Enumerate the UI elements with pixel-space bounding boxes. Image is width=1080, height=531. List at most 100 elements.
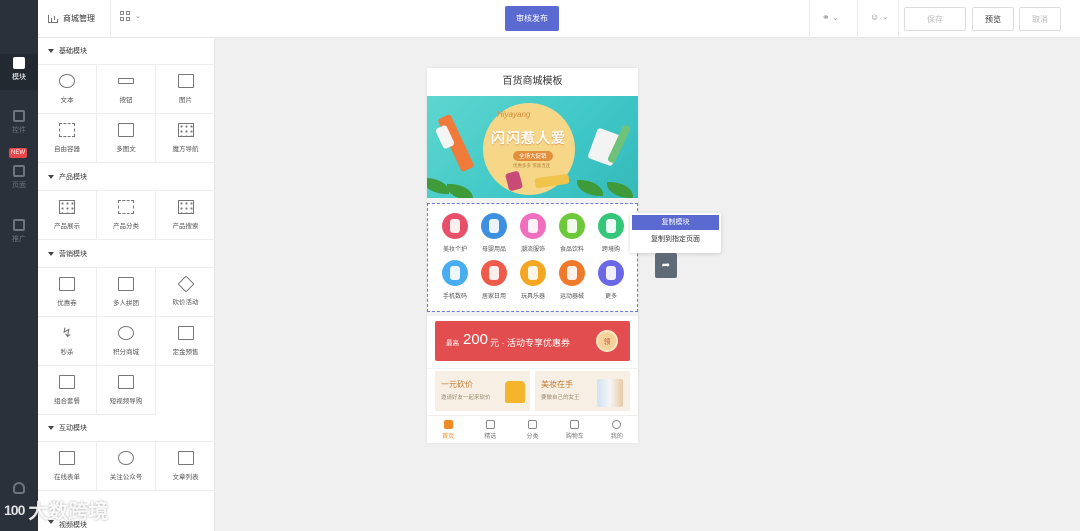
follow-icon xyxy=(118,451,134,465)
drink-icon[interactable] xyxy=(559,213,585,239)
home-goods-icon[interactable] xyxy=(481,260,507,286)
category-nav-module[interactable]: 美妆个护 母婴用品 潮流服饰 食品饮料 跨境购 手机数码 居家日用 玩具乐器 运… xyxy=(427,203,638,312)
preview-button[interactable]: 预览 xyxy=(972,7,1014,31)
baby-bottle-icon[interactable] xyxy=(481,213,507,239)
module-product-search[interactable]: 产品搜索 xyxy=(156,191,215,240)
cosmetics-image xyxy=(597,379,623,407)
phone-icon[interactable] xyxy=(442,260,468,286)
category-marketing[interactable]: 营销模块 xyxy=(38,241,215,268)
banner-fine-print: 优惠多多 惊喜连连 xyxy=(513,163,551,168)
category-label: 玩具乐器 xyxy=(520,294,545,300)
tab-bar: 首页 精选 分类 购物车 我的 xyxy=(427,415,638,443)
module-form[interactable]: 在线表单 xyxy=(38,442,97,491)
rail-item-widget[interactable]: 控件 xyxy=(0,110,38,135)
product-display-icon xyxy=(59,200,75,214)
module-bundle[interactable]: 组合套餐 xyxy=(38,366,97,415)
module-group-buy[interactable]: 多人拼团 xyxy=(97,268,156,317)
form-icon xyxy=(59,451,75,465)
store-title-label: 商城管理 xyxy=(63,14,95,23)
rail-item-page[interactable]: 页面 xyxy=(0,165,38,190)
promo-row: 一元砍价 邀请好友一起来砍价 美妆在手 要做自己的女王 xyxy=(427,369,638,415)
category-label: 基础模块 xyxy=(59,48,87,55)
module-follow[interactable]: 关注公众号 xyxy=(97,442,156,491)
module-label: 自由容器 xyxy=(54,146,80,153)
guitar-icon[interactable] xyxy=(520,260,546,286)
category-label: 潮流服饰 xyxy=(520,247,545,253)
tab-label: 分类 xyxy=(526,433,539,440)
support-menu[interactable]: ⚭ ⌄ xyxy=(822,12,838,23)
left-rail: 模块 控件 NEW 页面 推广 xyxy=(0,0,38,531)
module-points-mall[interactable]: 积分商城 xyxy=(97,317,156,366)
button-icon xyxy=(118,78,134,84)
module-flash-sale[interactable]: ↯ 秒杀 xyxy=(38,317,97,366)
tab-category[interactable]: 分类 xyxy=(511,416,553,443)
rocket-icon[interactable] xyxy=(598,213,624,239)
divider xyxy=(857,0,858,38)
module-product-display[interactable]: 产品展示 xyxy=(38,191,97,240)
divider xyxy=(898,0,899,38)
tab-home[interactable]: 首页 xyxy=(427,416,469,443)
category-product[interactable]: 产品模块 xyxy=(38,164,215,191)
module-label: 多图文 xyxy=(116,146,136,153)
category-interactive[interactable]: 互动模块 xyxy=(38,415,215,442)
module-short-video[interactable]: 短视频导购 xyxy=(97,366,156,415)
coupon-prefix: 最高 xyxy=(446,340,459,347)
module-article-list[interactable]: 文章列表 xyxy=(156,442,215,491)
leaf-decoration xyxy=(427,178,449,194)
module-label: 多人拼团 xyxy=(113,300,139,307)
module-label: 产品分类 xyxy=(113,223,139,230)
module-presale[interactable]: 定金预售 xyxy=(156,317,215,366)
tab-me[interactable]: 我的 xyxy=(596,416,638,443)
share-button[interactable]: ➦ xyxy=(655,253,677,278)
user-menu[interactable]: ☺ ⌄ xyxy=(870,12,888,22)
coupon-amount: 200 xyxy=(463,331,489,348)
rail-item-label: 控件 xyxy=(12,127,26,134)
cancel-button[interactable]: 取消 xyxy=(1019,7,1061,31)
hero-banner[interactable]: Hiyayang 闪闪惹人爱 全场大促销 优惠多多 惊喜连连 xyxy=(427,96,638,198)
module-label: 砍价活动 xyxy=(172,299,199,306)
promo-bargain[interactable]: 一元砍价 邀请好友一起来砍价 xyxy=(435,371,530,411)
module-product-category[interactable]: 产品分类 xyxy=(97,191,156,240)
copy-to-page-item[interactable]: 复制到指定页面 xyxy=(632,232,719,247)
module-text[interactable]: 文本 xyxy=(38,65,97,114)
save-button[interactable]: 保存 xyxy=(904,7,966,31)
more-icon[interactable] xyxy=(598,260,624,286)
coupon-module[interactable]: 最高 200 元 · 活动专享优惠券 领 xyxy=(427,316,638,368)
module-bargain[interactable]: 砍价活动 xyxy=(156,268,215,317)
module-multi-image[interactable]: 多图文 xyxy=(97,114,156,163)
phone-preview: 百货商城模板 Hiyayang 闪闪惹人爱 全场大促销 优惠多多 惊喜连连 美妆… xyxy=(427,68,638,443)
rail-item-promote[interactable]: 推广 xyxy=(0,219,38,244)
page-icon xyxy=(13,165,25,177)
watermark-logo: 100 xyxy=(4,501,25,518)
tab-featured[interactable]: 精选 xyxy=(469,416,511,443)
beauty-icon[interactable] xyxy=(442,213,468,239)
chevron-down-icon: ⌄ xyxy=(135,13,141,20)
tab-cart[interactable]: 购物车 xyxy=(554,416,596,443)
promo-beauty[interactable]: 美妆在手 要做自己的女王 xyxy=(535,371,630,411)
copy-module-item[interactable]: 复制模块 xyxy=(632,215,719,230)
module-label: 产品展示 xyxy=(54,223,80,230)
module-container[interactable]: 自由容器 xyxy=(38,114,97,163)
module-label: 图片 xyxy=(179,97,192,104)
module-coupon[interactable]: 优惠券 xyxy=(38,268,97,317)
module-cube-nav[interactable]: 魔方导航 xyxy=(156,114,215,163)
image-icon xyxy=(177,74,194,88)
rail-item-label: 推广 xyxy=(12,236,26,243)
dress-icon[interactable] xyxy=(520,213,546,239)
container-icon xyxy=(59,123,75,137)
module-button[interactable]: 按钮 xyxy=(97,65,156,114)
publish-button[interactable]: 审核发布 xyxy=(505,6,559,31)
module-image[interactable]: 图片 xyxy=(156,65,215,114)
category-label: 美妆个护 xyxy=(442,247,467,253)
coupon-get-button[interactable]: 领 xyxy=(596,330,618,352)
rail-item-module[interactable]: 模块 xyxy=(0,57,38,82)
chair-image xyxy=(505,381,525,403)
category-label: 互动模块 xyxy=(59,425,87,432)
bundle-icon xyxy=(59,375,75,389)
coupon-banner[interactable]: 最高 200 元 · 活动专享优惠券 领 xyxy=(435,321,630,361)
rail-item-label: 模块 xyxy=(12,74,26,81)
category-basic[interactable]: 基础模块 xyxy=(38,38,215,65)
ball-icon[interactable] xyxy=(559,260,585,286)
store-title[interactable]: 商城管理 xyxy=(48,13,95,24)
app-grid-switch[interactable]: ⌄ xyxy=(120,11,141,21)
